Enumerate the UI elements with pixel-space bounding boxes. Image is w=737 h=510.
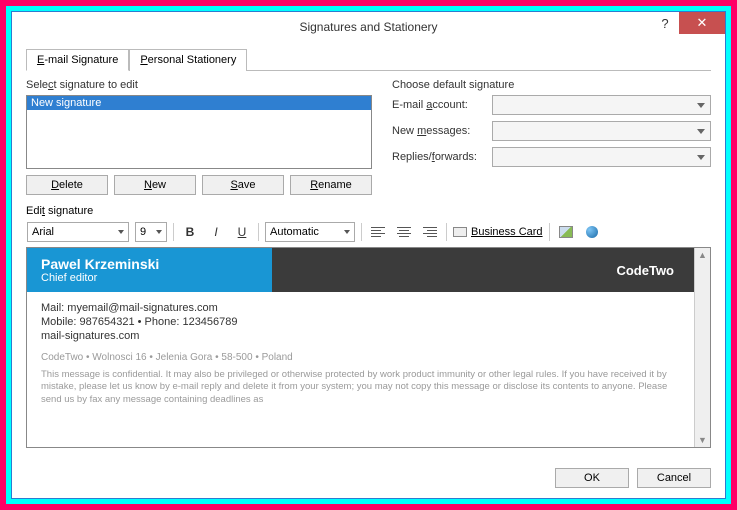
sig-role: Chief editor	[41, 272, 258, 284]
editor-scrollbar[interactable]	[694, 248, 710, 447]
ok-button[interactable]: OK	[555, 468, 629, 488]
rename-button[interactable]: Rename	[290, 175, 372, 195]
close-button[interactable]: ✕	[679, 12, 725, 34]
edit-signature-label: Edit signature	[26, 205, 711, 217]
new-messages-label: New messages:	[392, 125, 492, 137]
align-right-button[interactable]	[420, 222, 440, 242]
underline-button[interactable]: U	[232, 222, 252, 242]
card-icon	[453, 227, 467, 237]
italic-button[interactable]: I	[206, 222, 226, 242]
globe-icon	[586, 226, 598, 238]
list-item[interactable]: New signature	[27, 96, 371, 110]
insert-hyperlink-button[interactable]	[582, 222, 602, 242]
separator	[173, 223, 174, 241]
replies-forwards-combo[interactable]	[492, 147, 711, 167]
business-card-button[interactable]: Business Card	[453, 226, 543, 238]
separator	[361, 223, 362, 241]
insert-picture-button[interactable]	[556, 222, 576, 242]
sig-site: mail-signatures.com	[41, 330, 680, 342]
picture-icon	[559, 226, 573, 238]
cancel-button[interactable]: Cancel	[637, 468, 711, 488]
delete-button[interactable]: Delete	[26, 175, 108, 195]
bold-button[interactable]: B	[180, 222, 200, 242]
titlebar: Signatures and Stationery ? ✕	[12, 12, 725, 42]
email-account-combo[interactable]	[492, 95, 711, 115]
replies-forwards-label: Replies/forwards:	[392, 151, 492, 163]
separator	[258, 223, 259, 241]
dialog-window: Signatures and Stationery ? ✕ E-mail Sig…	[11, 11, 726, 499]
select-signature-label: Select signature to edit	[26, 79, 372, 91]
sig-brand: CodeTwo	[272, 248, 694, 292]
tab-personal-stationery[interactable]: Personal Stationery	[129, 49, 247, 71]
align-center-button[interactable]	[394, 222, 414, 242]
new-button[interactable]: New	[114, 175, 196, 195]
new-messages-combo[interactable]	[492, 121, 711, 141]
sig-mail: Mail: myemail@mail-signatures.com	[41, 302, 680, 314]
font-size-select[interactable]: 9	[135, 222, 167, 242]
separator	[446, 223, 447, 241]
tab-strip: E-mail Signature Personal Stationery	[26, 48, 711, 71]
email-account-label: E-mail account:	[392, 99, 492, 111]
font-family-select[interactable]: Arial	[27, 222, 129, 242]
sig-name: Pawel Krzeminski	[41, 256, 258, 272]
separator	[549, 223, 550, 241]
help-button[interactable]: ?	[651, 12, 679, 34]
sig-address: CodeTwo • Wolnosci 16 • Jelenia Gora • 5…	[27, 348, 694, 367]
sig-disclaimer: This message is confidential. It may als…	[27, 367, 694, 412]
sig-phone: Mobile: 987654321 • Phone: 123456789	[41, 316, 680, 328]
align-left-button[interactable]	[368, 222, 388, 242]
editor-toolbar: Arial 9 B I U Automatic Business Card	[26, 221, 711, 247]
signature-listbox[interactable]: New signature	[26, 95, 372, 169]
save-button[interactable]: Save	[202, 175, 284, 195]
signature-editor[interactable]: Pawel Krzeminski Chief editor CodeTwo Ma…	[26, 247, 711, 448]
choose-default-label: Choose default signature	[392, 79, 711, 91]
window-title: Signatures and Stationery	[12, 20, 725, 34]
font-color-select[interactable]: Automatic	[265, 222, 355, 242]
tab-email-signature[interactable]: E-mail Signature	[26, 49, 129, 71]
